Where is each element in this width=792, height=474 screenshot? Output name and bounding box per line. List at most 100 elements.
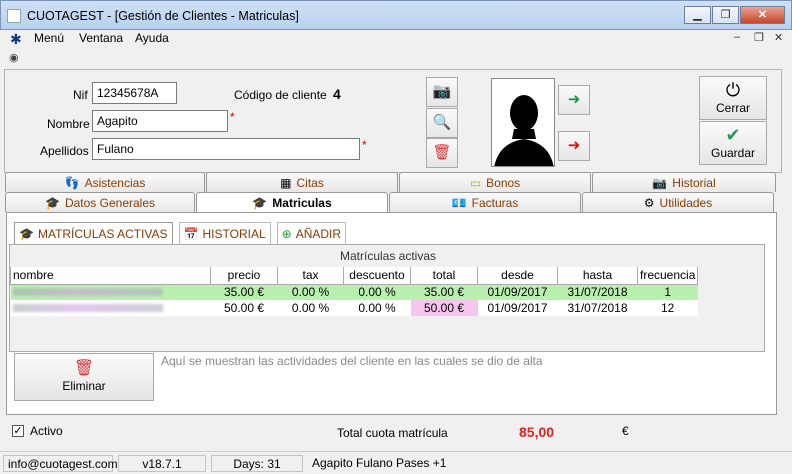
activo-checkbox[interactable]: ✓ bbox=[12, 425, 24, 437]
status-user: Agapito Fulano Pases +1 bbox=[312, 456, 447, 470]
tab-historial[interactable]: 📷 Historial bbox=[592, 172, 776, 192]
restore-icon[interactable]: ❐ bbox=[712, 6, 739, 24]
cell-descuento: 0.00 % bbox=[343, 300, 411, 316]
status-bar: info@cuotagest.com v18.7.1 Days: 31 Agap… bbox=[0, 451, 792, 474]
footprints-icon: 👣 bbox=[64, 175, 80, 190]
tab-datos-generales[interactable]: 🎓 Datos Generales bbox=[5, 192, 195, 212]
tab-label: Bonos bbox=[486, 175, 521, 190]
nombre-field[interactable]: Agapito bbox=[92, 110, 228, 132]
save-button[interactable]: ✔ Guardar bbox=[699, 121, 767, 165]
grid-caption: Matrículas activas bbox=[339, 249, 437, 263]
column-header[interactable]: frecuencia bbox=[636, 267, 699, 285]
tab-label: Historial bbox=[672, 175, 716, 190]
apellidos-field[interactable]: Fulano bbox=[92, 138, 360, 160]
status-version: v18.7.1 bbox=[118, 455, 206, 472]
tab-label: Asistencias bbox=[84, 175, 146, 190]
app-logo-icon: ✱ bbox=[10, 31, 22, 47]
plus-circle-icon: ⊕ bbox=[281, 226, 292, 241]
client-photo bbox=[491, 78, 555, 167]
activo-checkbox-row[interactable]: ✓ Activo bbox=[12, 424, 63, 438]
mdi-close-icon[interactable]: ✕ bbox=[774, 31, 783, 44]
graduation-cap-icon: 🎓 bbox=[45, 195, 60, 210]
magnifier-icon: 🔍 bbox=[432, 114, 452, 131]
column-header[interactable]: descuento bbox=[343, 267, 411, 285]
cell-frecuencia: 12 bbox=[637, 300, 698, 316]
table-row[interactable]: 50.00 € 0.00 % 0.00 % 50.00 € 01/09/2017… bbox=[10, 300, 698, 316]
tab-utilidades[interactable]: ⚙ Utilidades bbox=[582, 192, 774, 212]
column-header[interactable]: precio bbox=[210, 267, 278, 285]
delete-button[interactable]: 🗑 Eliminar bbox=[14, 353, 154, 401]
eye-icon[interactable]: ◉ bbox=[9, 51, 19, 64]
cell-nombre bbox=[10, 300, 211, 316]
save-button-label: Guardar bbox=[710, 146, 756, 160]
check-icon: ✔ bbox=[725, 125, 741, 145]
mdi-minimize-icon[interactable]: – bbox=[734, 31, 740, 43]
cell-hasta: 31/07/2018 bbox=[557, 300, 638, 316]
delete-button-label: Eliminar bbox=[62, 379, 106, 393]
import-photo-button[interactable]: ➜ bbox=[558, 85, 590, 115]
tab-label: Utilidades bbox=[659, 195, 713, 210]
cell-desde: 01/09/2017 bbox=[477, 284, 558, 300]
export-photo-button[interactable]: ➜ bbox=[558, 131, 590, 161]
cell-tax: 0.00 % bbox=[277, 284, 344, 300]
menu-ventana[interactable]: Ventana bbox=[79, 31, 123, 45]
menu-ayuda[interactable]: Ayuda bbox=[135, 31, 169, 45]
tab-citas[interactable]: ▦ Citas bbox=[206, 172, 398, 192]
tab-label: Datos Generales bbox=[64, 195, 155, 210]
nif-label: Nif bbox=[73, 88, 88, 102]
table-row[interactable]: 35.00 € 0.00 % 0.00 % 35.00 € 01/09/2017… bbox=[10, 284, 698, 300]
status-days: Days: 31 bbox=[211, 455, 303, 472]
graduation-cap-icon: 🎓 bbox=[19, 226, 34, 241]
redacted-name bbox=[12, 304, 163, 312]
column-header[interactable]: tax bbox=[277, 267, 344, 285]
subtabs: 🎓 MATRÍCULAS ACTIVAS 📅 HISTORIAL ⊕ AÑADI… bbox=[14, 222, 352, 244]
tab-facturas[interactable]: 💶 Facturas bbox=[389, 192, 581, 212]
tabs-row-bottom: 🎓 Datos Generales 🎓 Matriculas 💶 Factura… bbox=[5, 192, 775, 213]
window-title: CUOTAGEST - [Gestión de Clientes - Matri… bbox=[27, 9, 299, 23]
gear-icon: ⚙ bbox=[643, 195, 655, 210]
calendar-grid-icon: ▦ bbox=[280, 175, 292, 190]
cell-total: 35.00 € bbox=[410, 284, 478, 300]
money-icon: 💶 bbox=[451, 195, 467, 210]
subtab-historial[interactable]: 📅 HISTORIAL bbox=[178, 222, 271, 244]
subtab-label: HISTORIAL bbox=[202, 226, 266, 241]
subtab-label: MATRÍCULAS ACTIVAS bbox=[37, 226, 168, 241]
menu-bar: ✱ Menú Ventana Ayuda – ❐ ✕ bbox=[1, 30, 791, 48]
hint-text: Aquí se muestran las actividades del cli… bbox=[161, 354, 543, 368]
required-marker: * bbox=[230, 110, 235, 124]
camera-button[interactable]: 📷 bbox=[426, 77, 458, 107]
redacted-name bbox=[12, 288, 163, 297]
calendar-icon: 📅 bbox=[183, 226, 199, 241]
delete-photo-button[interactable]: 🗑 bbox=[426, 138, 458, 168]
tab-matriculas[interactable]: 🎓 Matriculas bbox=[196, 192, 388, 213]
exit-arrow-icon: ➜ bbox=[567, 137, 581, 154]
subtab-anadir[interactable]: ⊕ AÑADIR bbox=[276, 222, 347, 244]
menu-menu[interactable]: Menú bbox=[34, 31, 64, 45]
cell-desde: 01/09/2017 bbox=[477, 300, 558, 316]
activo-label: Activo bbox=[30, 424, 63, 438]
subtab-matriculas-activas[interactable]: 🎓 MATRÍCULAS ACTIVAS bbox=[14, 222, 173, 244]
tab-asistencias[interactable]: 👣 Asistencias bbox=[5, 172, 205, 192]
title-bar: CUOTAGEST - [Gestión de Clientes - Matri… bbox=[0, 0, 792, 30]
trash-icon: 🗑 bbox=[432, 144, 452, 161]
app-icon bbox=[7, 9, 21, 23]
column-header[interactable]: desde bbox=[477, 267, 558, 285]
graduation-cap-icon: 🎓 bbox=[252, 196, 268, 210]
tab-bonos[interactable]: ▭ Bonos bbox=[399, 172, 591, 192]
close-window-icon[interactable]: ✕ bbox=[740, 6, 785, 24]
column-header[interactable]: nombre bbox=[10, 267, 211, 285]
mdi-restore-icon[interactable]: ❐ bbox=[754, 31, 764, 44]
nif-field[interactable]: 12345678A bbox=[92, 82, 177, 104]
column-header[interactable]: total bbox=[410, 267, 478, 285]
apellidos-label: Apellidos bbox=[40, 144, 89, 158]
column-header[interactable]: hasta bbox=[557, 267, 638, 285]
toolbar-row: ◉ bbox=[1, 48, 791, 66]
minimize-icon[interactable]: ▁ bbox=[684, 6, 711, 24]
total-label: Total cuota matrícula bbox=[337, 426, 448, 440]
cell-nombre bbox=[10, 284, 211, 300]
close-button[interactable]: ⏻ Cerrar bbox=[699, 76, 767, 120]
zoom-button[interactable]: 🔍 bbox=[426, 108, 458, 138]
tab-label: Matriculas bbox=[272, 196, 332, 210]
currency-symbol: € bbox=[622, 424, 629, 438]
ticket-icon: ▭ bbox=[469, 175, 482, 190]
